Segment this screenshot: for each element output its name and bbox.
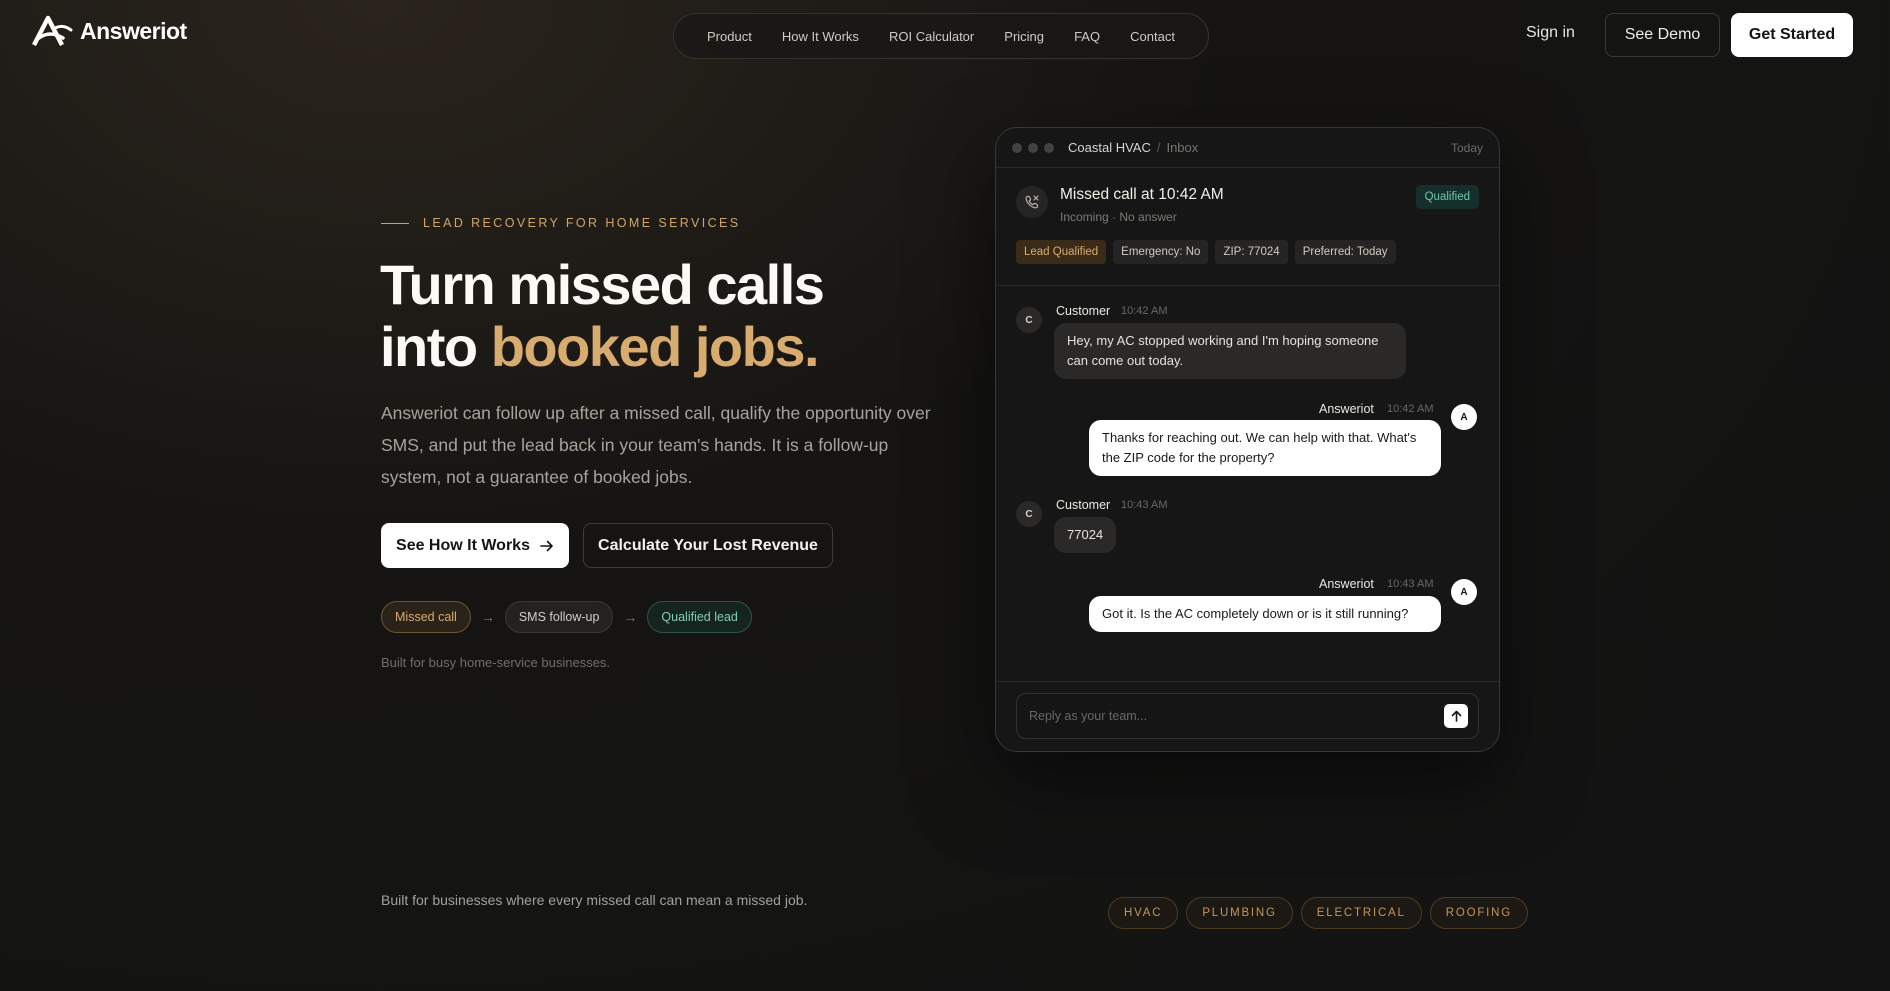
avatar: A (1451, 404, 1477, 430)
eyebrow-text: LEAD RECOVERY FOR HOME SERVICES (423, 216, 741, 230)
message-bubble: Got it. Is the AC completely down or is … (1089, 596, 1441, 632)
message-sender: Answeriot (1319, 402, 1374, 416)
call-title: Missed call at 10:42 AM (1060, 186, 1224, 203)
message-bubble: Thanks for reaching out. We can help wit… (1089, 420, 1441, 476)
tag-emergency: Emergency: No (1113, 240, 1209, 264)
tag-zip: ZIP: 77024 (1215, 240, 1288, 264)
headline-line-1: Turn missed calls (380, 253, 825, 316)
message-sender: Answeriot (1319, 577, 1374, 591)
inbox-titlebar: Coastal HVAC / Inbox Today (996, 128, 1499, 168)
tag-lead-qualified: Lead Qualified (1016, 240, 1107, 264)
brand-logo[interactable]: Answeriot (30, 14, 187, 48)
avatar: C (1016, 307, 1042, 333)
avatar: A (1451, 579, 1477, 605)
eyebrow-rule (381, 222, 409, 224)
flow-arrow-icon: → (623, 609, 638, 625)
nav-item-product[interactable]: Product (707, 29, 752, 44)
flow-step-qualified-lead: Qualified lead (647, 601, 752, 633)
reply-composer (1016, 693, 1479, 739)
status-badge: Qualified (1415, 185, 1479, 209)
message-time: 10:42 AM (1121, 305, 1168, 317)
built-for-note: Built for busy home-service businesses. (381, 655, 611, 670)
main-nav: Product How It Works ROI Calculator Pric… (673, 13, 1209, 59)
nav-item-roi-calculator[interactable]: ROI Calculator (889, 29, 974, 44)
inbox-preview-card: Coastal HVAC / Inbox Today Missed call a… (995, 127, 1500, 752)
see-demo-button[interactable]: See Demo (1605, 13, 1720, 57)
industry-roofing: ROOFING (1429, 897, 1528, 929)
answeriot-logo-icon (32, 15, 73, 47)
brand-name: Answeriot (80, 17, 187, 44)
avatar: C (1016, 501, 1042, 527)
headline-line-2-prefix: into (380, 315, 491, 378)
arrow-right-icon (540, 540, 553, 551)
industry-list: HVAC PLUMBING ELECTRICAL ROOFING (1108, 897, 1528, 929)
flow-step-missed-call: Missed call (381, 601, 471, 633)
message-bubble: Hey, my AC stopped working and I'm hopin… (1054, 323, 1406, 379)
message-sender: Customer (1056, 498, 1111, 512)
arrow-up-icon (1451, 710, 1461, 722)
inbox-org-name: Coastal HVAC (1068, 140, 1151, 155)
sign-in-link[interactable]: Sign in (1526, 24, 1575, 42)
industries-strap: Built for businesses where every missed … (381, 892, 808, 908)
window-dots (1012, 142, 1054, 153)
message-time: 10:43 AM (1121, 499, 1168, 511)
composer-divider (996, 681, 1499, 682)
inbox-date: Today (1450, 140, 1483, 155)
flow-arrow-icon: → (480, 609, 495, 625)
message-thread: C Customer 10:42 AM Hey, my AC stopped w… (996, 286, 1499, 686)
flow-step-sms-follow-up: SMS follow-up (504, 601, 614, 633)
call-meta: Incoming · No answer (1060, 210, 1177, 224)
message-time: 10:42 AM (1387, 403, 1434, 415)
industry-hvac: HVAC (1108, 897, 1179, 929)
send-button[interactable] (1444, 704, 1468, 728)
message-bubble: 77024 (1054, 517, 1117, 553)
lead-flow: Missed call → SMS follow-up → Qualified … (381, 601, 752, 633)
calculate-lost-revenue-button[interactable]: Calculate Your Lost Revenue (583, 523, 833, 568)
see-how-it-works-button[interactable]: See How It Works (381, 523, 569, 568)
industry-electrical: ELECTRICAL (1300, 897, 1422, 929)
lead-tags: Lead Qualified Emergency: No ZIP: 77024 … (1016, 240, 1396, 264)
industry-plumbing: PLUMBING (1186, 897, 1293, 929)
hero-description: Answeriot can follow up after a missed c… (381, 403, 931, 487)
breadcrumb-separator: / (1156, 140, 1161, 155)
hero-headline: Turn missed calls into booked jobs. (380, 253, 825, 378)
nav-item-pricing[interactable]: Pricing (1004, 29, 1044, 44)
message-sender: Customer (1056, 304, 1111, 318)
missed-call-summary: Missed call at 10:42 AM Incoming · No an… (996, 168, 1499, 286)
message-time: 10:43 AM (1387, 578, 1434, 590)
reply-input[interactable] (1029, 709, 1444, 723)
hero-eyebrow: LEAD RECOVERY FOR HOME SERVICES (381, 216, 741, 230)
inbox-section: Inbox (1166, 140, 1199, 155)
nav-item-faq[interactable]: FAQ (1074, 29, 1100, 44)
headline-accent: booked jobs. (490, 315, 820, 378)
get-started-button[interactable]: Get Started (1731, 13, 1853, 57)
nav-item-contact[interactable]: Contact (1130, 29, 1175, 44)
see-how-it-works-label: See How It Works (396, 536, 530, 554)
nav-item-how-it-works[interactable]: How It Works (782, 29, 859, 44)
tag-preferred: Preferred: Today (1294, 240, 1396, 264)
missed-call-icon (1016, 186, 1048, 218)
